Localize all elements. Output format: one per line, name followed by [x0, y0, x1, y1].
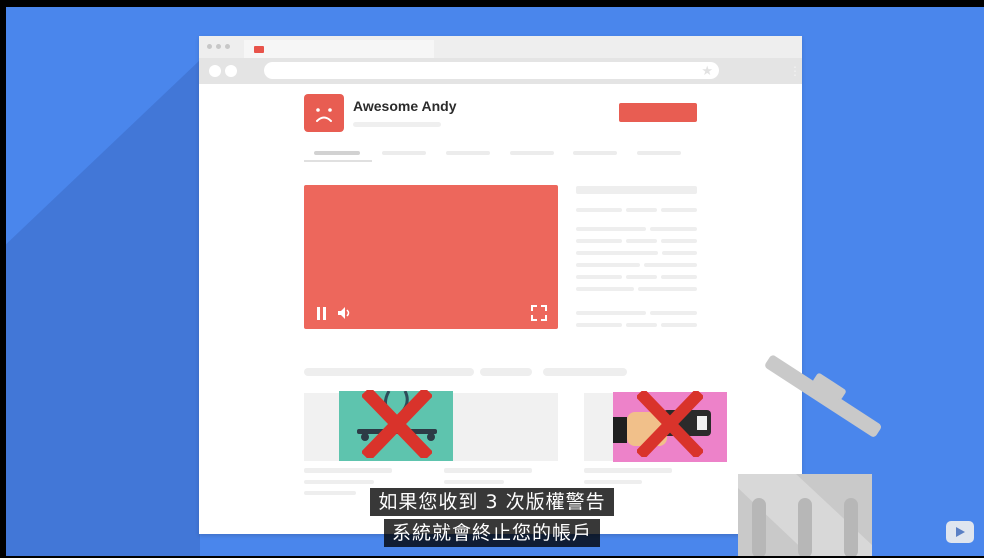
video-frame: ★ ⋮ Awesome Andy 如果您收到 3 次版權警告 系統就會終止您的帳…	[0, 0, 984, 558]
subtitle-line: 如果您收到 3 次版權警告	[370, 488, 614, 516]
letterbox	[0, 0, 6, 558]
youtube-logo-icon[interactable]	[946, 521, 974, 543]
subtitle-line: 系統就會終止您的帳戶	[383, 519, 600, 547]
subtitle-overlay: 如果您收到 3 次版權警告 系統就會終止您的帳戶	[0, 488, 984, 550]
trash-can-icon	[738, 355, 882, 558]
letterbox	[0, 0, 984, 7]
